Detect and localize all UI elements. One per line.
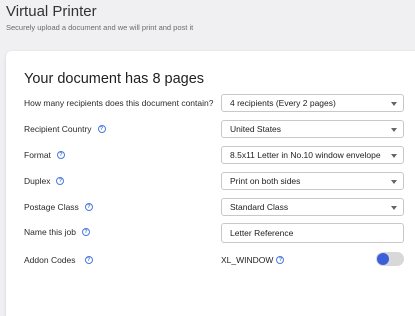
addon-codes-row: Addon Codes ? XL_WINDOW ? [24, 251, 404, 269]
page-subtitle: Securely upload a document and we will p… [6, 23, 194, 32]
postage-select[interactable]: Standard Class [221, 198, 404, 216]
recipients-row: How many recipients does this document c… [24, 94, 404, 112]
chevron-down-icon [391, 102, 397, 106]
addon-code: XL_WINDOW ? [221, 255, 285, 265]
addon-codes-label: Addon Codes ? [24, 255, 93, 265]
duplex-select[interactable]: Print on both sides [221, 172, 404, 190]
page-title: Virtual Printer [6, 3, 97, 20]
format-select[interactable]: 8.5x11 Letter in No.10 window envelope [221, 146, 404, 164]
help-icon[interactable]: ? [97, 125, 106, 133]
help-icon[interactable]: ? [56, 151, 65, 159]
help-icon[interactable]: ? [276, 256, 285, 264]
document-page-count-heading: Your document has 8 pages [24, 71, 205, 87]
recipients-label: How many recipients does this document c… [24, 98, 214, 108]
help-icon[interactable]: ? [81, 228, 90, 236]
addon-toggle[interactable] [376, 252, 404, 266]
toggle-knob [377, 253, 389, 265]
job-name-input[interactable]: Letter Reference [221, 223, 404, 243]
format-label: Format ? [24, 150, 65, 160]
country-select[interactable]: United States [221, 120, 404, 138]
duplex-label: Duplex ? [24, 176, 65, 186]
postage-label: Postage Class ? [24, 202, 93, 212]
duplex-row: Duplex ? Print on both sides [24, 172, 404, 190]
help-icon[interactable]: ? [56, 177, 65, 185]
page-header: Virtual Printer Securely upload a docume… [6, 0, 193, 32]
recipients-select[interactable]: 4 recipients (Every 2 pages) [221, 94, 404, 112]
chevron-down-icon [391, 154, 397, 158]
chevron-down-icon [391, 206, 397, 210]
job-name-row: Name this job ? Letter Reference [24, 223, 404, 243]
help-icon[interactable]: ? [84, 256, 93, 264]
print-form-card: Your document has 8 pages How many recip… [6, 51, 415, 316]
format-row: Format ? 8.5x11 Letter in No.10 window e… [24, 146, 404, 164]
help-icon[interactable]: ? [84, 203, 93, 211]
chevron-down-icon [391, 128, 397, 132]
country-row: Recipient Country ? United States [24, 120, 404, 138]
postage-row: Postage Class ? Standard Class [24, 198, 404, 216]
country-label: Recipient Country ? [24, 124, 106, 134]
job-name-label: Name this job ? [24, 227, 90, 237]
chevron-down-icon [391, 180, 397, 184]
